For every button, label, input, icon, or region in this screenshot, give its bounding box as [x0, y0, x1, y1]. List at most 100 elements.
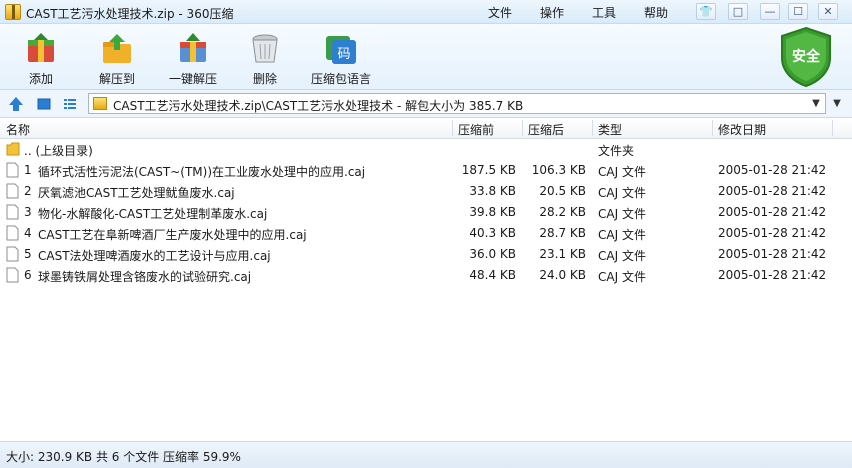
parent-directory-label: .. (上级目录)	[24, 144, 93, 158]
size-after: 106.3 KB	[531, 163, 586, 177]
add-button[interactable]: 添加	[4, 30, 78, 88]
file-index: 5	[24, 247, 32, 261]
col-size-before[interactable]: 压缩前	[458, 121, 494, 138]
file-index: 2	[24, 184, 32, 198]
status-summary: 大小: 230.9 KB 共 6 个文件 压缩率 59.9%	[6, 450, 241, 464]
size-before: 48.4 KB	[469, 268, 516, 282]
view-dropdown-icon[interactable]: ▼	[828, 96, 846, 112]
skin-shirt-icon[interactable]: 👕	[696, 3, 716, 20]
file-row[interactable]: 3 物化-水解酸化-CAST工艺处理制革废水.caj 39.8 KB 28.2 …	[0, 202, 852, 223]
col-size-after[interactable]: 压缩后	[528, 121, 564, 138]
file-type: CAJ 文件	[598, 207, 646, 221]
list-view-icon[interactable]	[62, 96, 78, 112]
file-row[interactable]: 6 球墨铸铁屑处理含铬废水的试验研究.caj 48.4 KB 24.0 KB C…	[0, 265, 852, 286]
extract-to-icon	[103, 34, 131, 63]
file-type: CAJ 文件	[598, 186, 646, 200]
file-list: .. (上级目录) 文件夹 1 循环式活性污泥法(CAST~(TM))在工业废水…	[0, 139, 852, 441]
menu-help[interactable]: 帮助	[644, 4, 668, 21]
modified-date: 2005-01-28 21:42	[718, 268, 827, 282]
file-row[interactable]: 5 CAST法处理啤酒废水的工艺设计与应用.caj 36.0 KB 23.1 K…	[0, 244, 852, 265]
col-type[interactable]: 类型	[598, 121, 622, 138]
document-icon	[6, 204, 19, 220]
column-divider	[832, 120, 833, 136]
modified-date: 2005-01-28 21:42	[718, 163, 827, 177]
file-type: CAJ 文件	[598, 165, 646, 179]
extract-to-button[interactable]: 解压到	[80, 30, 154, 88]
delete-trash-icon	[252, 34, 278, 63]
size-after: 23.1 KB	[539, 247, 586, 261]
file-index: 4	[24, 226, 32, 240]
size-before: 33.8 KB	[469, 184, 516, 198]
modified-date: 2005-01-28 21:42	[718, 226, 827, 240]
document-icon	[6, 267, 19, 283]
column-divider	[712, 120, 713, 136]
size-after: 24.0 KB	[539, 268, 586, 282]
parent-directory-row[interactable]: .. (上级目录) 文件夹	[0, 139, 852, 160]
archive-app-icon	[5, 4, 21, 20]
menu-operation[interactable]: 操作	[540, 4, 564, 21]
col-name[interactable]: 名称	[6, 121, 30, 138]
file-row[interactable]: 2 厌氧滤池CAST工艺处理鱿鱼废水.caj 33.8 KB 20.5 KB C…	[0, 181, 852, 202]
archive-language-button[interactable]: 码 压缩包语言	[304, 30, 378, 88]
column-divider	[452, 120, 453, 136]
path-text: CAST工艺污水处理技术.zip\CAST工艺污水处理技术 - 解包大小为 38…	[113, 99, 524, 113]
address-bar: CAST工艺污水处理技术.zip\CAST工艺污水处理技术 - 解包大小为 38…	[0, 90, 852, 118]
size-after: 28.2 KB	[539, 205, 586, 219]
path-field[interactable]: CAST工艺污水处理技术.zip\CAST工艺污水处理技术 - 解包大小为 38…	[88, 93, 826, 114]
file-index: 1	[24, 163, 32, 177]
size-after: 28.7 KB	[539, 226, 586, 240]
modified-date: 2005-01-28 21:42	[718, 247, 827, 261]
modified-date: 2005-01-28 21:42	[718, 184, 827, 198]
modified-date: 2005-01-28 21:42	[718, 205, 827, 219]
delete-button[interactable]: 删除	[228, 30, 302, 88]
document-icon	[6, 246, 19, 262]
file-type: CAJ 文件	[598, 270, 646, 284]
file-row[interactable]: 1 循环式活性污泥法(CAST~(TM))在工业废水处理中的应用.caj 187…	[0, 160, 852, 181]
file-index: 3	[24, 205, 32, 219]
document-icon	[6, 183, 19, 199]
minimize-icon[interactable]: —	[760, 3, 780, 20]
menu-tools[interactable]: 工具	[592, 4, 616, 21]
one-click-extract-button[interactable]: 一键解压	[156, 30, 230, 88]
security-badge-label: 安全	[792, 48, 821, 65]
file-name: 球墨铸铁屑处理含铬废水的试验研究.caj	[38, 270, 252, 284]
size-after: 20.5 KB	[539, 184, 586, 198]
file-type: CAJ 文件	[598, 249, 646, 263]
file-name: 循环式活性污泥法(CAST~(TM))在工业废水处理中的应用.caj	[38, 165, 366, 179]
size-before: 36.0 KB	[469, 247, 516, 261]
file-name: 物化-水解酸化-CAST工艺处理制革废水.caj	[38, 207, 268, 221]
document-icon	[6, 225, 19, 241]
file-name: 厌氧滤池CAST工艺处理鱿鱼废水.caj	[38, 186, 235, 200]
title-bar: CAST工艺污水处理技术.zip - 360压缩 文件 操作 工具 帮助 👕 □…	[0, 0, 852, 24]
size-before: 187.5 KB	[461, 163, 516, 177]
document-icon	[6, 162, 19, 178]
zip-file-icon	[93, 97, 107, 110]
file-row[interactable]: 4 CAST工艺在阜新啤酒厂生产废水处理中的应用.caj 40.3 KB 28.…	[0, 223, 852, 244]
security-shield-icon[interactable]: 安全	[778, 26, 834, 88]
file-type: 文件夹	[598, 144, 635, 158]
menu-file[interactable]: 文件	[488, 4, 512, 21]
feedback-icon[interactable]: □	[728, 3, 748, 20]
size-before: 39.8 KB	[469, 205, 516, 219]
large-icon-view-icon[interactable]	[36, 96, 52, 112]
col-modified[interactable]: 修改日期	[718, 121, 766, 138]
size-before: 40.3 KB	[469, 226, 516, 240]
column-divider	[522, 120, 523, 136]
svg-text:码: 码	[337, 47, 350, 62]
file-name: CAST法处理啤酒废水的工艺设计与应用.caj	[38, 249, 271, 263]
file-name: CAST工艺在阜新啤酒厂生产废水处理中的应用.caj	[38, 228, 307, 242]
folder-icon	[6, 142, 20, 156]
maximize-icon[interactable]: ☐	[788, 3, 808, 20]
close-icon[interactable]: ✕	[818, 3, 838, 20]
status-bar: 大小: 230.9 KB 共 6 个文件 压缩率 59.9%	[0, 441, 852, 468]
file-type: CAJ 文件	[598, 228, 646, 242]
archive-language-icon: 码	[326, 36, 356, 64]
path-dropdown-icon[interactable]: ▼	[809, 96, 823, 111]
add-archive-icon	[28, 33, 54, 62]
window-title: CAST工艺污水处理技术.zip - 360压缩	[26, 7, 234, 21]
file-index: 6	[24, 268, 32, 282]
one-click-extract-icon	[180, 33, 206, 62]
main-toolbar: 添加 解压到 一键解压 删除 码 压缩包语言 安全	[0, 24, 852, 90]
up-arrow-icon[interactable]	[8, 96, 24, 112]
column-header: 名称 压缩前 压缩后 类型 修改日期	[0, 118, 852, 139]
